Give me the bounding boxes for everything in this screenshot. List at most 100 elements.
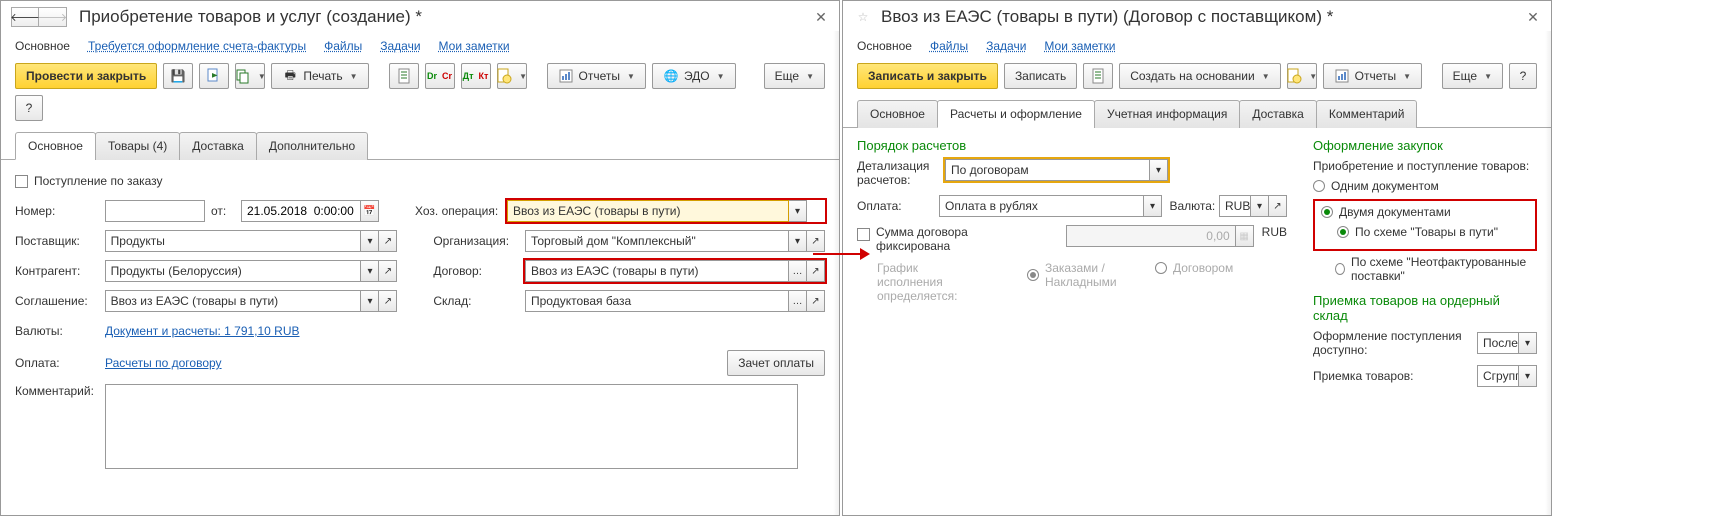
print-button[interactable]: 🖶Печать▼ [271,63,368,89]
run-icon-button[interactable] [199,63,229,89]
counterparty-open-button[interactable]: ↗ [379,260,397,282]
sum-calc-button: ▦ [1236,225,1254,247]
payment-link[interactable]: Расчеты по договору [105,356,222,370]
warehouse-open-button[interactable]: ↗ [807,290,825,312]
settings-dropdown-button[interactable]: ▼ [497,63,527,89]
link-tasks[interactable]: Задачи [380,39,420,53]
more-label-r: Еще [1453,69,1477,83]
radio-uninvoiced[interactable] [1335,263,1345,275]
radio-two-docs[interactable] [1321,206,1333,218]
tab-additional[interactable]: Дополнительно [256,132,368,160]
reports-icon [558,68,574,84]
right-close-icon[interactable]: ✕ [1525,9,1541,25]
tab-r-delivery[interactable]: Доставка [1239,100,1317,128]
settings-dropdown-button-r[interactable]: ▼ [1287,63,1317,89]
pay-field[interactable]: Оплата в рублях [939,195,1144,217]
offset-payment-label: Зачет оплаты [738,356,814,370]
agreement-field[interactable]: Ввоз из ЕАЭС (товары в пути) [105,290,362,312]
edo-button[interactable]: 🌐ЭДО▼ [652,63,736,89]
right-link-files[interactable]: Файлы [930,39,968,53]
cr-text: Cr [442,71,452,81]
detail-dropdown-button[interactable]: ▾ [1150,159,1168,181]
sum-fixed-checkbox[interactable] [857,228,870,241]
reports-button-r[interactable]: Отчеты▼ [1323,63,1422,89]
nav-forward-button[interactable]: 🡒 [39,7,67,27]
tab-r-calc[interactable]: Расчеты и оформление [937,100,1095,128]
warehouse-select-button[interactable]: … [789,290,807,312]
curr-field[interactable]: RUB [1219,195,1251,217]
more-button[interactable]: Еще▼ [764,63,825,89]
currencies-link[interactable]: Документ и расчеты: 1 791,10 RUB [105,324,300,338]
close-icon[interactable]: ✕ [813,9,829,25]
pay-dropdown-button[interactable]: ▾ [1144,195,1162,217]
link-my-notes[interactable]: Мои заметки [439,39,510,53]
comment-textarea[interactable] [105,384,798,469]
favorite-star-icon[interactable]: ☆ [853,7,873,27]
dtkt-button[interactable]: ДтКт [461,63,491,89]
date-input[interactable] [241,200,361,222]
counterparty-dropdown-button[interactable]: ▾ [361,260,379,282]
radio-one-doc[interactable] [1313,180,1325,192]
org-dropdown-button[interactable]: ▾ [789,230,807,252]
printer-icon: 🖶 [282,68,298,84]
agreement-dropdown-button[interactable]: ▾ [361,290,379,312]
right-form: Порядок расчетов Детализация расчетов: П… [843,128,1551,403]
curr-dropdown-button[interactable]: ▾ [1251,195,1269,217]
copy-dropdown-button[interactable]: ▼ [235,63,265,89]
receipt2-dropdown[interactable]: ▾ [1519,365,1537,387]
contract-field[interactable]: Ввоз из ЕАЭС (товары в пути) [525,260,789,282]
nav-back-button[interactable]: 🡐 [11,7,39,27]
tab-r-accounting[interactable]: Учетная информация [1094,100,1240,128]
tab-r-main[interactable]: Основное [857,100,938,128]
counterparty-field[interactable]: Продукты (Белоруссия) [105,260,362,282]
org-open-button[interactable]: ↗ [807,230,825,252]
by-order-checkbox[interactable] [15,175,28,188]
receipt-after-field[interactable]: После [1477,332,1519,354]
doc-green-button[interactable] [389,63,419,89]
help-button[interactable]: ? [15,95,43,121]
operation-label: Хоз. операция: [415,204,507,218]
curr-label: Валюта: [1169,199,1215,213]
create-based-button[interactable]: Создать на основании▼ [1119,63,1280,89]
scrollbar-hint [833,31,839,515]
tab-goods[interactable]: Товары (4) [95,132,180,160]
tab-delivery[interactable]: Доставка [179,132,257,160]
run-and-close-button[interactable]: Провести и закрыть [15,63,157,89]
right-link-my-notes[interactable]: Мои заметки [1044,39,1115,53]
dtcr-button[interactable]: Dr Cr [425,63,455,89]
receipt2-field[interactable]: Сгрупп [1477,365,1519,387]
operation-dropdown-button[interactable]: ▾ [789,200,807,222]
org-field[interactable]: Торговый дом "Комплексный" [525,230,789,252]
reports-button[interactable]: Отчеты▼ [547,63,646,89]
purchase-sub: Приобретение и поступление товаров: [1313,159,1537,173]
warehouse-field[interactable]: Продуктовая база [525,290,789,312]
help-button-r[interactable]: ? [1509,63,1537,89]
sheet-gear-icon-r [1286,68,1302,84]
tab-r-calc-label: Расчеты и оформление [950,107,1082,121]
save-button[interactable]: Записать [1004,63,1077,89]
tab-r-comment[interactable]: Комментарий [1316,100,1418,128]
right-link-tasks[interactable]: Задачи [986,39,1026,53]
dr-text: Dr [427,71,437,81]
tab-main[interactable]: Основное [15,132,96,160]
save-and-close-button[interactable]: Записать и закрыть [857,63,998,89]
supplier-dropdown-button[interactable]: ▾ [361,230,379,252]
link-files[interactable]: Файлы [324,39,362,53]
operation-field[interactable]: Ввоз из ЕАЭС (товары в пути) [507,200,789,222]
curr-open-button[interactable]: ↗ [1269,195,1287,217]
doc-green-button-r[interactable] [1083,63,1113,89]
contract-open-button[interactable]: ↗ [807,260,825,282]
more-button-r[interactable]: Еще▼ [1442,63,1503,89]
radio-goods-in-transit[interactable] [1337,226,1349,238]
supplier-field[interactable]: Продукты [105,230,362,252]
supplier-open-button[interactable]: ↗ [379,230,397,252]
offset-payment-button[interactable]: Зачет оплаты [727,350,825,376]
calendar-button[interactable]: 📅 [361,200,379,222]
contract-select-button[interactable]: … [789,260,807,282]
save-icon-button[interactable]: 💾 [163,63,193,89]
number-input[interactable] [105,200,205,222]
link-invoice-required[interactable]: Требуется оформление счета-фактуры [88,39,306,53]
agreement-open-button[interactable]: ↗ [379,290,397,312]
detail-field[interactable]: По договорам [945,159,1150,181]
receipt-after-dropdown[interactable]: ▾ [1519,332,1537,354]
